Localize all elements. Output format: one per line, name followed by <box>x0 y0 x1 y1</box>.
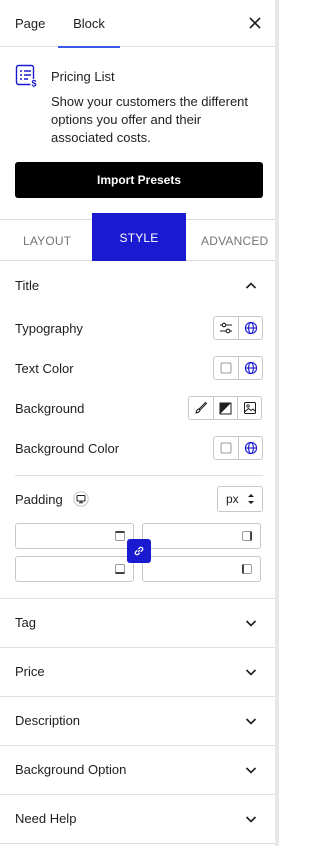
svg-text:$: $ <box>31 79 36 89</box>
side-left-icon <box>242 564 252 574</box>
section-background-option-header[interactable]: Background Option <box>0 746 275 794</box>
text-color-swatch[interactable] <box>214 357 238 379</box>
section-label: Need Help <box>15 811 77 826</box>
typography-label: Typography <box>15 321 83 336</box>
title-section-header[interactable]: Title <box>0 262 275 310</box>
swatch-icon <box>220 362 232 374</box>
block-description: Show your customers the different option… <box>51 94 249 145</box>
inspector-tabs: LAYOUT STYLE ADVANCED <box>0 213 275 261</box>
divider <box>0 843 275 844</box>
tab-block[interactable]: Block <box>58 0 120 48</box>
padding-top-input[interactable] <box>15 523 134 549</box>
import-presets-button[interactable]: Import Presets <box>15 162 263 198</box>
section-label: Description <box>15 713 81 728</box>
background-type-controls <box>188 396 262 420</box>
section-label: Background Option <box>15 762 127 777</box>
background-color-swatch[interactable] <box>214 437 238 459</box>
text-color-label: Text Color <box>15 361 74 376</box>
text-color-controls <box>213 356 263 380</box>
tab-advanced[interactable]: ADVANCED <box>201 220 268 261</box>
scrollbar[interactable] <box>275 0 279 846</box>
swatch-icon <box>220 442 232 454</box>
typography-controls <box>213 316 263 340</box>
tab-style[interactable]: STYLE <box>92 213 186 261</box>
padding-unit-select[interactable]: px <box>217 486 263 512</box>
background-color-controls <box>213 436 263 460</box>
image-icon <box>243 402 256 414</box>
chevron-down-icon <box>245 620 257 627</box>
sliders-icon <box>220 322 232 334</box>
section-need-help-header[interactable]: Need Help <box>0 795 275 843</box>
chevron-down-icon <box>245 767 257 774</box>
text-color-global-button[interactable] <box>238 357 262 379</box>
globe-icon <box>244 361 257 375</box>
section-price-header[interactable]: Price <box>0 648 275 696</box>
chevron-up-icon <box>245 282 257 289</box>
section-label: Tag <box>15 615 36 630</box>
background-color-label: Background Color <box>15 441 120 456</box>
side-top-icon <box>115 531 125 541</box>
padding-right-input[interactable] <box>142 523 261 549</box>
side-bottom-icon <box>115 564 125 574</box>
divider <box>15 475 263 476</box>
chevron-down-icon <box>245 669 257 676</box>
background-color-global-button[interactable] <box>238 437 262 459</box>
globe-icon <box>244 441 257 455</box>
section-tag-header[interactable]: Tag <box>0 599 275 647</box>
link-icon <box>134 546 144 556</box>
section-label: Price <box>15 664 45 679</box>
padding-left-input[interactable] <box>142 556 261 582</box>
tab-layout[interactable]: LAYOUT <box>23 220 71 261</box>
padding-link-button[interactable] <box>127 539 151 563</box>
pricing-list-icon: $ <box>15 64 38 89</box>
background-image-button[interactable] <box>237 397 261 419</box>
block-title: Pricing List <box>51 69 115 84</box>
close-icon[interactable] <box>246 14 264 32</box>
brush-icon <box>195 401 208 414</box>
globe-icon <box>244 321 257 335</box>
sidebar-tabs: Page Block <box>0 0 275 48</box>
background-classic-button[interactable] <box>189 397 213 419</box>
padding-label: Padding <box>15 492 63 507</box>
updown-chevron-icon <box>248 494 254 504</box>
section-title-label: Title <box>15 278 40 293</box>
typography-settings-button[interactable] <box>214 317 238 339</box>
section-description-header[interactable]: Description <box>0 697 275 745</box>
padding-unit-value: px <box>226 492 239 506</box>
padding-bottom-input[interactable] <box>15 556 134 582</box>
gradient-icon <box>219 402 232 414</box>
chevron-down-icon <box>245 816 257 823</box>
background-label: Background <box>15 401 85 416</box>
desktop-icon[interactable] <box>73 491 89 507</box>
tab-page[interactable]: Page <box>15 0 45 47</box>
chevron-down-icon <box>245 718 257 725</box>
background-gradient-button[interactable] <box>213 397 237 419</box>
typography-global-button[interactable] <box>238 317 262 339</box>
side-right-icon <box>242 531 252 541</box>
